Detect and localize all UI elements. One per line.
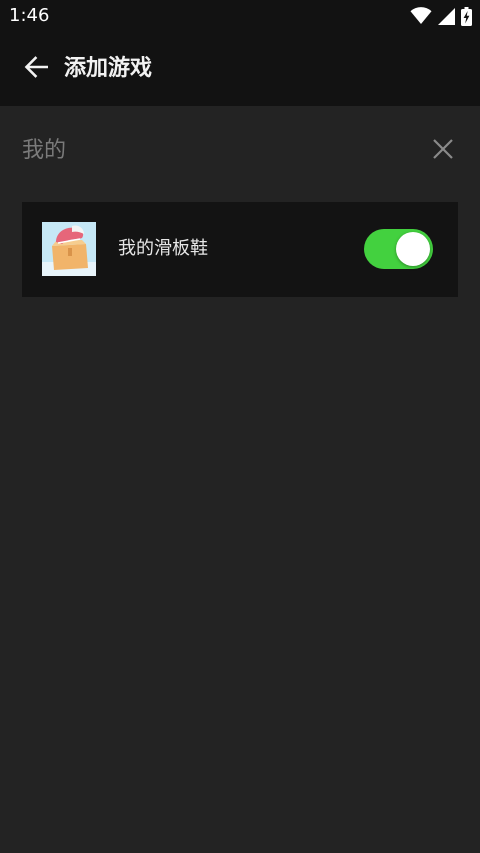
status-bar: 1:46 [0,0,480,32]
section-header: 我的 [0,106,480,196]
toggle-knob [396,232,430,266]
wifi-icon [410,7,432,25]
game-enabled-toggle[interactable] [364,229,433,269]
game-thumbnail [42,222,96,276]
section-title: 我的 [22,138,67,163]
back-button[interactable] [18,51,54,87]
arrow-left-icon [24,56,49,82]
app-bar: 添加游戏 [0,32,480,106]
game-name: 我的滑板鞋 [118,238,208,259]
close-icon [432,138,454,164]
content-area: 我的 我的滑板鞋 [0,106,480,853]
game-list-item[interactable]: 我的滑板鞋 [22,202,458,297]
status-icons [410,6,472,26]
close-button[interactable] [430,138,456,164]
status-time: 1:46 [9,5,50,26]
page-title: 添加游戏 [64,56,153,81]
battery-charging-icon [461,6,472,26]
signal-icon [438,7,455,25]
